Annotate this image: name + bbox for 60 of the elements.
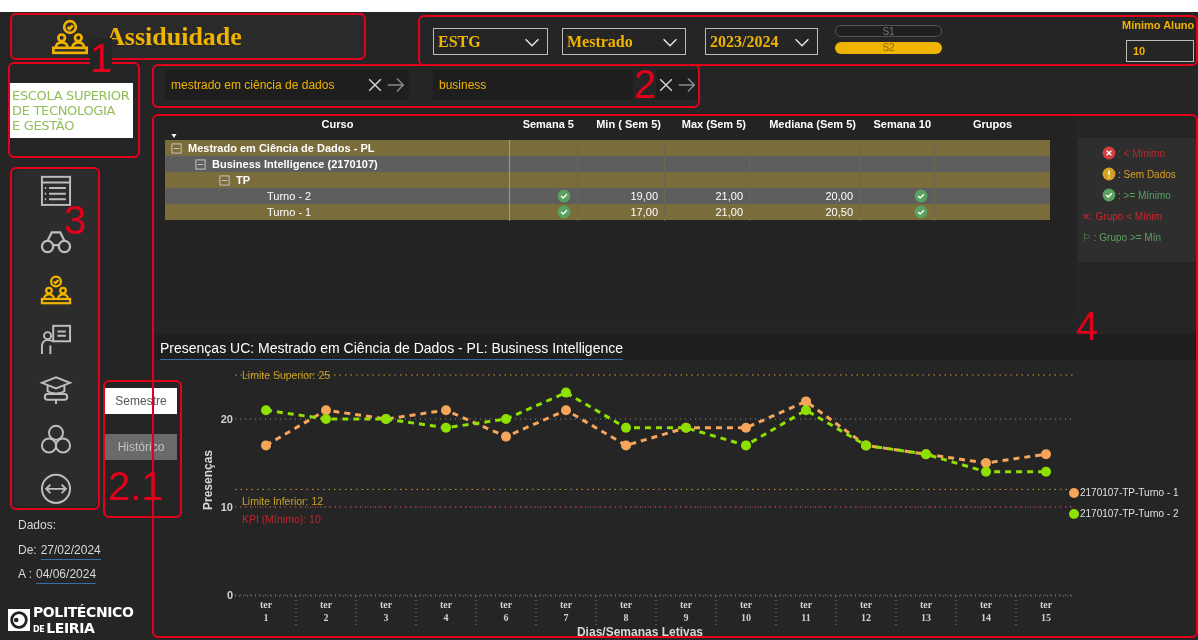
axis-tick-label: ter 9 — [679, 599, 693, 623]
annotation-number: 4 — [1076, 306, 1099, 346]
table-cell: 20,50 — [750, 204, 860, 221]
axis-tick-label: ter 6 — [499, 599, 513, 623]
table-cell: 21,00 — [665, 204, 750, 221]
tree-row-label: Mestrado em Ciência de Dados - PL — [188, 141, 375, 156]
logo-text: E GESTÃO — [12, 118, 76, 133]
axis-tick-label: 20 — [220, 413, 233, 425]
date-value: 04/06/2024 — [36, 565, 97, 584]
logo-text: DE — [33, 624, 45, 636]
axis-tick-label: ter 2 — [319, 599, 333, 623]
annotation-number: 2 — [634, 64, 657, 104]
column-header: Max (Sem 5) — [680, 117, 747, 132]
column-header: Mediana (Sem 5) — [768, 117, 857, 132]
tree-row-label: Turno - 2 — [267, 189, 312, 204]
x-axis-title: Dias/Semanas Letivas — [576, 625, 704, 639]
legend-text: ✕: Grupo < Mínim — [1082, 209, 1162, 224]
logo-text: ESCOLA SUPERIOR — [12, 88, 131, 103]
data-label: Dados: — [18, 517, 57, 534]
reference-line-label: Limite Inferior: 12 — [242, 495, 324, 508]
legend-text: 2170107-TP-Turno - 1 — [1080, 486, 1179, 500]
annotation-number: 3 — [64, 200, 87, 240]
axis-tick-label: 0 — [226, 589, 233, 601]
axis-tick-label: ter 10 — [739, 599, 753, 623]
logo-text: LEIRIA — [46, 620, 95, 636]
axis-tick-label: ter 8 — [619, 599, 633, 623]
date-value: 27/02/2024 — [40, 541, 101, 560]
legend-text: : < Mínimo — [1118, 146, 1165, 161]
axis-tick-label: ter 11 — [799, 599, 813, 623]
axis-tick-label: ter 4 — [439, 599, 453, 623]
column-header: Grupos — [971, 117, 1014, 132]
tree-row-label: Business Intelligence (2170107) — [212, 157, 378, 172]
axis-tick-label: 10 — [220, 501, 233, 513]
legend-text: ⚐ : Grupo >= Mín — [1082, 230, 1162, 245]
axis-tick-label: ter 14 — [979, 599, 993, 623]
tree-row-label: Turno - 1 — [267, 205, 312, 220]
date-label: A : — [18, 566, 32, 583]
axis-tick-label: ter 3 — [379, 599, 393, 623]
legend-text: 2170107-TP-Turno - 2 — [1080, 507, 1179, 521]
tree-row-label: TP — [236, 173, 251, 188]
axis-tick-label: ter 15 — [1039, 599, 1053, 623]
axis-tick-label: ter 13 — [919, 599, 933, 623]
reference-line-label: KPI (Mínimo): 10 — [242, 513, 321, 525]
axis-tick-label: ter 7 — [559, 599, 573, 623]
chart-title: Presenças UC: Mestrado em Ciência de Dados - PL: Business Intelligence — [160, 338, 623, 360]
column-header: Curso — [320, 117, 355, 132]
column-header: Semana 5 — [521, 117, 575, 132]
legend-text: : >= Mínimo — [1118, 188, 1171, 203]
table-cell: 17,00 — [578, 204, 665, 221]
column-header: Semana 10 — [872, 117, 932, 132]
axis-tick-label: ter 12 — [859, 599, 873, 623]
logo-text: POLITÉCNICO — [33, 604, 134, 620]
y-axis-title: Presenças — [201, 450, 215, 510]
axis-tick-label: ter 1 — [259, 599, 273, 623]
logo-text: DE TECNOLOGIA — [12, 103, 117, 118]
date-label: De: — [18, 542, 37, 559]
column-header: Min ( Sem 5) — [595, 117, 662, 132]
legend-text: : Sem Dados — [1118, 167, 1176, 182]
reference-line-label: Limite Superior: 25 — [242, 369, 331, 381]
field-label: Mínimo Aluno — [1122, 18, 1195, 33]
